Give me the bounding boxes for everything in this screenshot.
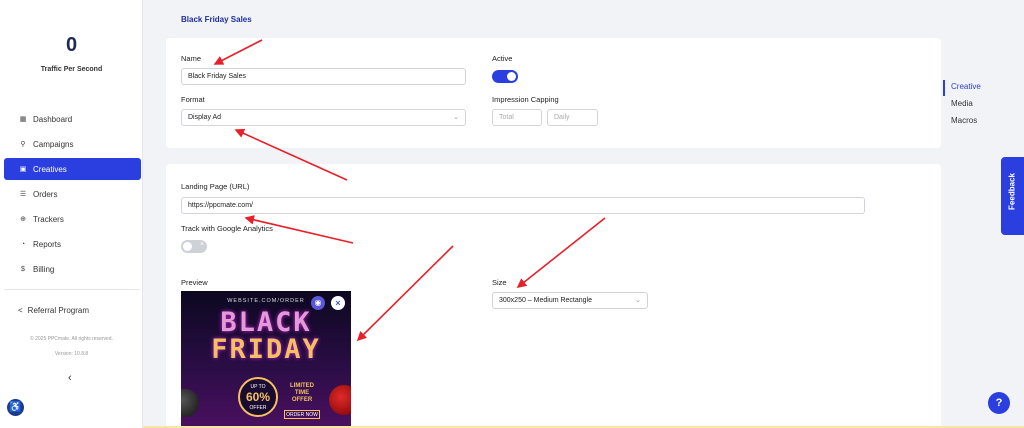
size-select[interactable]: 300x250 – Medium Rectangle ⌄ bbox=[492, 292, 648, 309]
ad-time: TIME bbox=[294, 390, 310, 396]
sidebar-item-label: Reports bbox=[33, 239, 62, 249]
feedback-label: Feedback bbox=[1007, 173, 1017, 210]
sidebar-item-billing[interactable]: $ Billing bbox=[4, 258, 141, 280]
anchor-creative[interactable]: Creative bbox=[951, 82, 981, 91]
daily-cap-input[interactable]: Daily bbox=[547, 109, 598, 126]
name-label: Name bbox=[181, 54, 202, 63]
version-text: Version: 10.8.8 bbox=[54, 351, 89, 357]
ad-decoration-ball bbox=[329, 385, 351, 415]
help-button[interactable]: ? bbox=[988, 392, 1010, 414]
page-title: Black Friday Sales bbox=[181, 15, 252, 24]
traffic-label: Traffic Per Second bbox=[40, 66, 103, 73]
preview-label: Preview bbox=[181, 278, 208, 287]
sidebar-item-label: Billing bbox=[33, 264, 55, 274]
dollar-icon: $ bbox=[21, 265, 25, 273]
sidebar-item-label: Dashboard bbox=[33, 114, 73, 124]
ad-preview-image: WEBSITE.COM/ORDER BLACK FRIDAY UP TO 60%… bbox=[181, 291, 351, 428]
landing-page-input[interactable]: https://ppcmate.com/ bbox=[181, 197, 865, 214]
format-select[interactable]: Display Ad ⌄ bbox=[181, 109, 466, 126]
general-settings-card bbox=[166, 38, 941, 148]
traffic-value: 0 bbox=[65, 34, 78, 56]
sidebar-item-orders[interactable]: ☰ Orders bbox=[4, 183, 141, 205]
name-field[interactable]: Black Friday Sales bbox=[181, 68, 466, 85]
sidebar-divider bbox=[4, 289, 140, 290]
sidebar-item-label: Orders bbox=[33, 189, 58, 199]
anchor-macros[interactable]: Macros bbox=[951, 116, 977, 125]
sidebar-item-creatives[interactable]: ▣ Creatives bbox=[4, 158, 141, 180]
collapse-sidebar-button[interactable]: ‹ bbox=[68, 372, 72, 384]
image-icon: ▣ bbox=[19, 166, 27, 173]
ad-off: OFFER bbox=[249, 405, 267, 411]
eye-icon[interactable]: ◉ bbox=[311, 296, 325, 310]
sidebar-nav: ▦ Dashboard ⚲ Campaigns ▣ Creatives ☰ Or… bbox=[4, 108, 141, 283]
sidebar-item-reports[interactable]: ◔ Reports bbox=[4, 233, 141, 255]
x-icon: × bbox=[199, 241, 204, 248]
referral-label: Referral Program bbox=[27, 306, 90, 315]
close-icon[interactable]: × bbox=[331, 296, 345, 310]
google-analytics-toggle[interactable]: × bbox=[181, 240, 207, 253]
ad-site-text: WEBSITE.COM/ORDER bbox=[227, 298, 305, 304]
sidebar-item-trackers[interactable]: ⊕ Trackers bbox=[4, 208, 141, 230]
active-label: Active bbox=[492, 54, 513, 63]
chevron-down-icon: ⌄ bbox=[635, 297, 641, 304]
accessibility-icon[interactable]: ♿ bbox=[7, 399, 24, 416]
ad-headline-2: FRIDAY bbox=[211, 334, 321, 365]
ad-order-now: ORDER NOW bbox=[284, 410, 320, 419]
ad-limited-offer: LIMITED TIME OFFER bbox=[282, 383, 322, 404]
size-label: Size bbox=[492, 278, 507, 287]
pie-chart-icon: ◔ bbox=[20, 240, 26, 248]
sidebar-item-label: Trackers bbox=[33, 214, 64, 224]
megaphone-icon: ⚲ bbox=[20, 141, 26, 148]
crosshair-icon: ⊕ bbox=[20, 216, 26, 223]
copyright-text: © 2025 PPCmate. All rights reserved. bbox=[30, 336, 113, 342]
ad-percent: 60% bbox=[245, 390, 271, 404]
sidebar-item-label: Creatives bbox=[33, 164, 67, 174]
active-toggle[interactable] bbox=[492, 70, 518, 83]
list-icon: ☰ bbox=[19, 191, 27, 198]
sidebar-item-campaigns[interactable]: ⚲ Campaigns bbox=[4, 133, 141, 155]
google-analytics-label: Track with Google Analytics bbox=[181, 224, 273, 233]
sidebar-item-label: Campaigns bbox=[33, 139, 74, 149]
size-value: 300x250 – Medium Rectangle bbox=[499, 297, 593, 304]
share-icon: < bbox=[18, 306, 23, 315]
format-label: Format bbox=[181, 95, 205, 104]
sidebar-item-dashboard[interactable]: ▦ Dashboard bbox=[4, 108, 141, 130]
total-cap-input[interactable]: Total bbox=[492, 109, 542, 126]
format-value: Display Ad bbox=[188, 114, 222, 121]
feedback-button[interactable]: Feedback bbox=[1001, 157, 1024, 235]
grid-icon: ▦ bbox=[19, 116, 27, 123]
landing-page-label: Landing Page (URL) bbox=[181, 182, 250, 191]
sidebar-item-referral[interactable]: < Referral Program bbox=[18, 306, 89, 315]
anchor-media[interactable]: Media bbox=[951, 99, 973, 108]
ad-offer: OFFER bbox=[291, 397, 313, 403]
ad-limited: LIMITED bbox=[290, 383, 314, 389]
ad-decoration-ball bbox=[181, 389, 199, 417]
sidebar: 0 Traffic Per Second ▦ Dashboard ⚲ Campa… bbox=[0, 0, 143, 428]
anchor-active-indicator bbox=[943, 80, 945, 96]
impression-capping-label: Impression Capping bbox=[492, 95, 559, 104]
chevron-down-icon: ⌄ bbox=[453, 114, 459, 121]
